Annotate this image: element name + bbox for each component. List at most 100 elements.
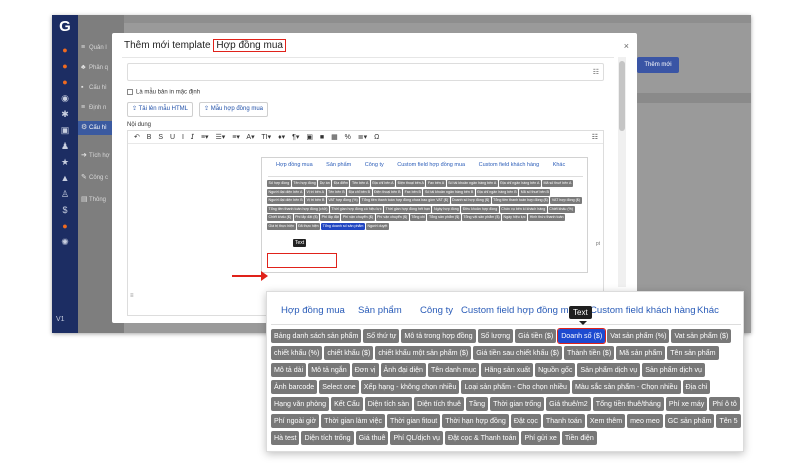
orange-dot-icon[interactable]: ● xyxy=(59,61,71,71)
star-icon[interactable]: ★ xyxy=(59,157,71,167)
field-chip[interactable]: Thanh toán xyxy=(542,414,585,428)
field-chip[interactable]: Tổng tiền thanh toán hợp đồng ($) xyxy=(491,197,550,204)
field-chip[interactable]: Vị trí bên A xyxy=(304,188,326,196)
field-chip[interactable]: Diện tích trống xyxy=(301,431,354,445)
field-chip[interactable]: Dự án xyxy=(318,180,332,187)
add-new-button[interactable]: Thêm mới xyxy=(637,57,679,73)
editor-toolbar[interactable]: ↶ B S U I 𝘐 ≡▾ ☰▾ ≡▾ A▾ TI▾ ♦▾ ¶▾ ▣ ■ ▦ … xyxy=(128,131,603,144)
field-chip[interactable]: Tên danh mục xyxy=(427,363,480,377)
field-chip[interactable]: Phí ngoài giờ xyxy=(271,414,320,428)
field-chip[interactable]: Mã sản phẩm xyxy=(616,346,666,360)
tab-san-pham[interactable]: Sản phẩm xyxy=(358,305,402,316)
field-chip[interactable]: Địa chỉ ngân hàng bên A xyxy=(498,180,541,187)
field-chip[interactable]: Thời gian fitout xyxy=(387,414,441,428)
field-chip[interactable]: Giá tiền sau chiết khấu ($) xyxy=(473,346,563,360)
field-chip[interactable]: Địa điểm xyxy=(332,180,350,187)
field-chip[interactable]: Điều khoản hợp đồng xyxy=(461,205,499,213)
field-chip[interactable]: Mô tả dài xyxy=(271,363,307,377)
scrollbar-thumb[interactable] xyxy=(619,61,625,131)
field-chip[interactable]: Giá trị thực hiện xyxy=(267,222,296,230)
field-chip[interactable]: Tên 5 xyxy=(716,414,741,428)
field-chip[interactable]: Đặt cọc xyxy=(510,414,541,428)
field-chip[interactable]: Vat sản phẩm ($) xyxy=(671,329,732,343)
field-chip[interactable]: Tên hợp đồng xyxy=(291,180,318,187)
cart-icon[interactable]: ▣ xyxy=(59,125,71,135)
field-chip[interactable]: Đã thực hiện xyxy=(296,222,321,230)
orange-dot-icon[interactable]: ● xyxy=(59,221,71,231)
field-chip[interactable]: Phí xe máy xyxy=(665,397,708,411)
field-chip[interactable]: Thời gian hợp đồng có hiệu lực xyxy=(329,205,383,213)
field-chip[interactable]: Địa chỉ bên B xyxy=(347,188,372,196)
field-chip[interactable]: Phí vận chuyển ($) xyxy=(375,214,409,221)
tab-cong-ty[interactable]: Công ty xyxy=(420,305,453,316)
field-chip[interactable]: Diện tích sàn xyxy=(364,397,413,411)
tab-san-pham[interactable]: Sản phẩm xyxy=(326,162,351,168)
field-chip[interactable]: Mã số thuế bên B xyxy=(519,188,551,196)
field-chip[interactable]: Giá thuê/m2 xyxy=(546,397,591,411)
field-chip[interactable]: Phí vận chuyển ($) xyxy=(341,214,375,221)
field-chip[interactable]: Phí lắp đặt xyxy=(320,214,341,221)
field-chip[interactable]: Địa chỉ bên A xyxy=(370,180,396,187)
field-chip[interactable]: VAT hợp đồng (%) xyxy=(326,197,360,204)
field-chip[interactable]: Tổng tiền thanh toán hợp đồng chưa bao g… xyxy=(360,197,450,204)
field-chip[interactable]: Thời hạn hợp đồng xyxy=(442,414,509,428)
field-chip[interactable]: Hình thức thanh toán xyxy=(528,214,565,221)
field-chip[interactable]: Thời gian làm việc xyxy=(321,414,386,428)
tab-cong-ty[interactable]: Công ty xyxy=(365,162,384,168)
people-icon[interactable]: ♟ xyxy=(59,141,71,151)
orange-dot-icon[interactable]: ● xyxy=(59,77,71,87)
tab-khac[interactable]: Khác xyxy=(697,305,719,316)
field-chip[interactable]: chiết khấu ($) xyxy=(324,346,374,360)
default-print-checkbox[interactable]: Là mẫu bản in mặc định xyxy=(127,89,200,96)
field-chip[interactable]: Vị trí bên B xyxy=(305,197,326,204)
field-chip[interactable]: Phí gửi xe xyxy=(521,431,560,445)
field-chip[interactable]: Giá thuê xyxy=(355,431,389,445)
field-chip[interactable]: Địa chỉ xyxy=(682,380,711,394)
field-chip[interactable]: Số tài khoản ngân hàng bên A xyxy=(446,180,498,187)
field-chip[interactable]: Giá tiền ($) xyxy=(515,329,557,343)
field-chip[interactable]: Sản phẩm dịch vụ xyxy=(642,363,705,377)
field-chip[interactable]: Ngày hợp đồng xyxy=(432,205,461,213)
field-chip[interactable]: Nguồn gốc xyxy=(535,363,576,377)
field-chip[interactable]: Tầng xyxy=(465,397,489,411)
tab-custom-field-khach-hang[interactable]: Custom field khách hàng xyxy=(479,162,540,168)
field-chip[interactable]: Người đại diện bên B xyxy=(267,197,305,204)
field-chip[interactable]: Đơn vị xyxy=(351,363,379,377)
user-icon[interactable]: ◉ xyxy=(59,93,71,103)
field-chip[interactable]: Phí ô tô xyxy=(709,397,740,411)
field-chip-selected[interactable]: Tổng doanh số sản phẩm xyxy=(320,221,366,231)
field-chip[interactable]: Phí lắp đặt ($) xyxy=(293,214,320,221)
field-chip[interactable]: Người đại diện bên A xyxy=(267,188,304,196)
close-icon[interactable]: × xyxy=(624,41,629,51)
dollar-icon[interactable]: $ xyxy=(59,205,71,215)
field-chip[interactable]: Loại sản phẩm - Cho chọn nhiều xyxy=(461,380,570,394)
field-chip[interactable]: Màu sắc sản phẩm - Chọn nhiều xyxy=(572,380,681,394)
field-chip[interactable]: Ảnh đại diện xyxy=(380,363,426,377)
field-chip[interactable]: Tổng tiền thuê/tháng xyxy=(592,397,664,411)
contract-template-button[interactable]: ⇪ Mẫu hợp đồng mua xyxy=(199,102,269,117)
field-chip[interactable]: Phí QL/dịch vụ xyxy=(390,431,443,445)
field-chip[interactable]: Doanh số hợp đồng ($) xyxy=(450,197,491,204)
field-chip[interactable]: Sản phẩm dịch vụ xyxy=(577,363,641,377)
field-chip[interactable]: Hạng văn phòng xyxy=(271,397,330,411)
field-chip[interactable]: Người duyệt xyxy=(365,222,389,230)
field-chip[interactable]: Hà test xyxy=(271,431,300,445)
tab-hop-dong-mua[interactable]: Hợp đồng mua xyxy=(276,162,313,168)
field-chip[interactable]: GC sản phẩm xyxy=(664,414,715,428)
field-chip[interactable]: Bảng danh sách sản phẩm xyxy=(271,329,362,343)
code-view-icon[interactable]: ☷ xyxy=(592,131,598,144)
gear-icon[interactable]: ✺ xyxy=(59,237,71,247)
upload-html-button[interactable]: ⇪ Tải lên mẫu HTML xyxy=(127,102,193,117)
resize-handle-icon[interactable]: ≡ xyxy=(130,293,134,299)
gear-icon[interactable]: ✱ xyxy=(59,109,71,119)
field-chip[interactable]: Tên bên A xyxy=(350,180,370,187)
field-chip[interactable]: chiết khấu một sản phẩm ($) xyxy=(375,346,472,360)
modal-scrollbar[interactable] xyxy=(618,57,626,287)
field-chip[interactable]: Diện tích thuê xyxy=(414,397,464,411)
field-chip[interactable]: Số tài khoản ngân hàng bên B xyxy=(423,188,475,196)
field-chip-selected[interactable]: Doanh số ($) xyxy=(557,328,607,344)
field-chip[interactable]: Fax bên B xyxy=(403,188,423,196)
field-chip[interactable]: Thời gian hợp đồng hết hạn xyxy=(384,205,432,213)
field-chip[interactable]: Số thứ tự xyxy=(363,329,400,343)
template-name-input[interactable]: ☷ xyxy=(127,63,604,81)
